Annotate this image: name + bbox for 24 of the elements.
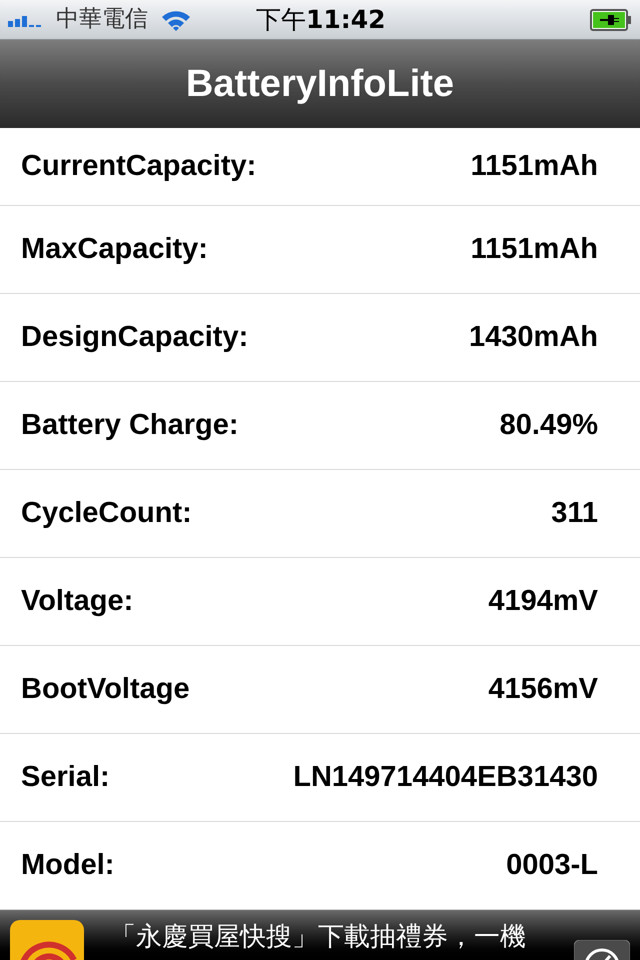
- row-value: LN149714404EB31430: [293, 760, 598, 795]
- row-label: DesignCapacity:: [21, 320, 248, 355]
- row-value: 1151mAh: [470, 232, 598, 267]
- row-value: 1430mAh: [469, 320, 598, 355]
- carrier-name: 中華電信: [56, 5, 148, 34]
- row-value: 4194mV: [488, 584, 598, 619]
- row-label: BootVoltage: [21, 672, 190, 707]
- row-label: Serial:: [21, 760, 110, 795]
- row-label: Model:: [21, 848, 114, 883]
- row-value: 311: [551, 496, 598, 531]
- ad-banner[interactable]: 「永慶買屋快搜」下載抽禮券，一機: [0, 910, 640, 960]
- row-label: Voltage:: [21, 584, 134, 619]
- battery-charging-icon: [590, 8, 632, 30]
- row-value: 4156mV: [488, 672, 598, 707]
- row-value: 1151mAh: [470, 148, 598, 184]
- row-value: 80.49%: [500, 408, 598, 443]
- ad-text: 「永慶買屋快搜」下載抽禮券，一機: [110, 921, 526, 954]
- nav-title: BatteryInfoLite: [186, 62, 454, 106]
- row-label: MaxCapacity:: [21, 232, 208, 267]
- row-label: CurrentCapacity:: [21, 148, 256, 184]
- row-label: CycleCount:: [21, 496, 192, 531]
- clock: 下午11:42: [256, 4, 386, 36]
- row-value: 0003-L: [506, 848, 598, 883]
- row-label: Battery Charge:: [21, 408, 239, 443]
